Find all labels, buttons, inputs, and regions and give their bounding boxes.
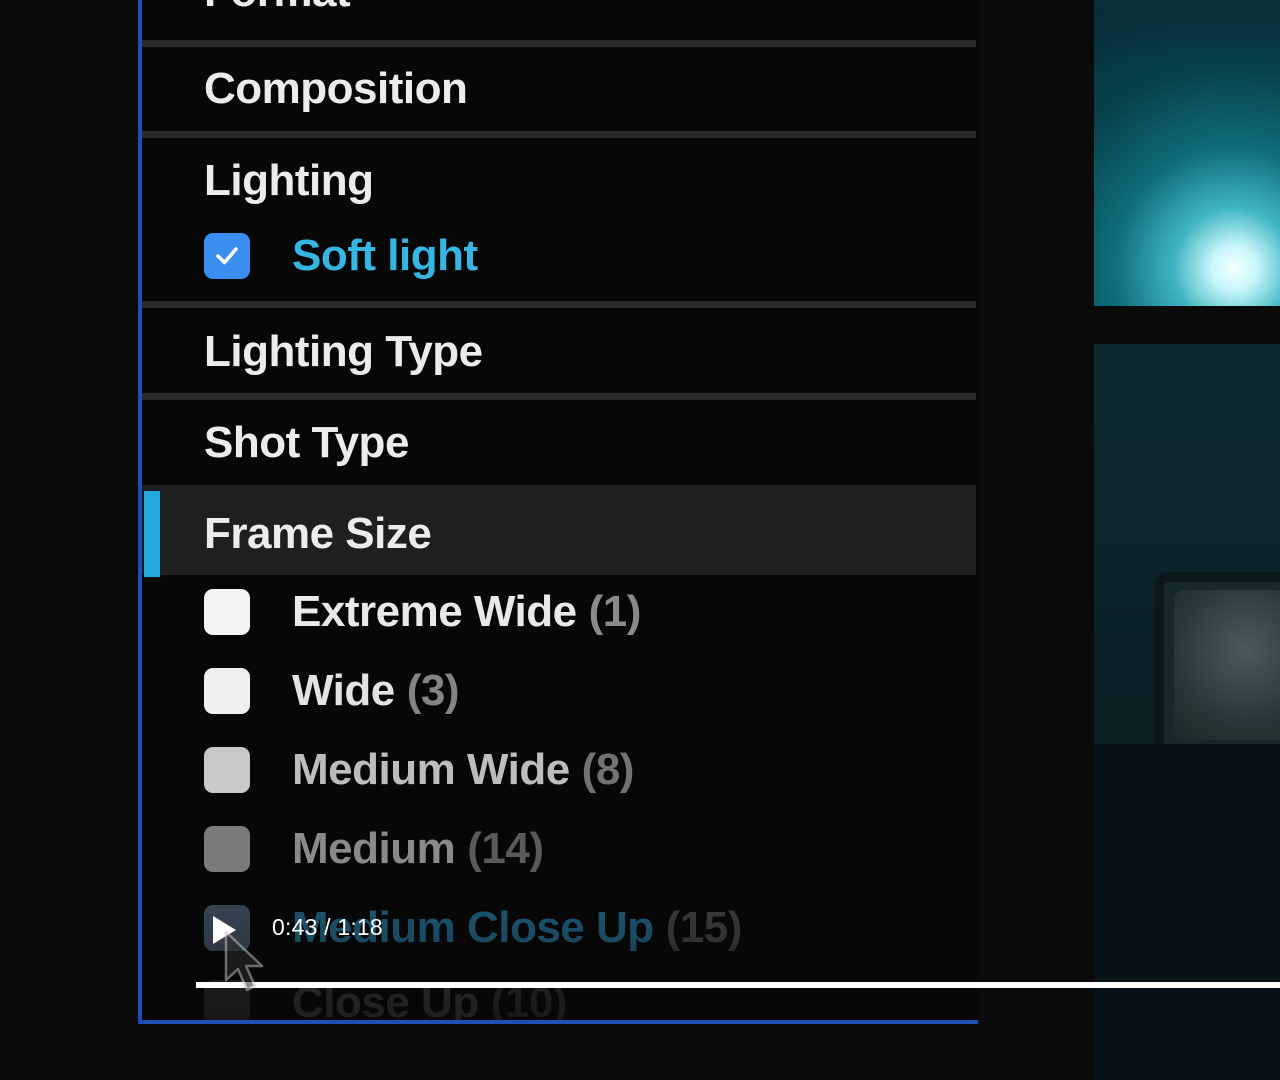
progress-bar[interactable] [196, 982, 1280, 988]
checkmark-icon [216, 247, 238, 265]
section-composition-heading[interactable]: Composition [204, 67, 468, 111]
option-count: (8) [581, 745, 635, 794]
option-soft-light[interactable]: Soft light [204, 231, 478, 281]
checkbox[interactable] [204, 747, 250, 793]
checkbox[interactable] [204, 668, 250, 714]
video-frame: Format Composition Lighting Soft light L… [0, 0, 1280, 1080]
option-medium[interactable]: Medium (14) [204, 824, 544, 874]
option-label: Wide [292, 666, 395, 715]
section-format-heading[interactable]: Format [204, 0, 351, 14]
section-divider [142, 131, 976, 138]
thumbnail-image-top[interactable] [1094, 0, 1280, 306]
option-label: Soft light [292, 231, 478, 280]
section-frame-size-heading[interactable]: Frame Size [204, 512, 432, 556]
thumbnail-image-bottom[interactable] [1094, 344, 1280, 1080]
option-count: (14) [467, 824, 544, 873]
option-label: Extreme Wide [292, 587, 577, 636]
checkbox[interactable] [204, 826, 250, 872]
section-divider [142, 301, 976, 308]
checkbox-checked[interactable] [204, 233, 250, 279]
checkbox[interactable] [204, 589, 250, 635]
time-display: 0:43 / 1:18 [272, 914, 383, 940]
section-lighting-heading[interactable]: Lighting [204, 159, 374, 203]
option-count: (15) [665, 903, 743, 952]
mouse-cursor-icon [224, 930, 264, 992]
filter-panel: Format Composition Lighting Soft light L… [138, 0, 978, 1024]
option-count: (1) [588, 587, 642, 636]
active-indicator [144, 491, 160, 577]
option-count: (3) [406, 666, 460, 715]
option-wide[interactable]: Wide (3) [204, 666, 460, 716]
section-divider [142, 393, 976, 400]
option-label: Medium [292, 824, 456, 873]
section-lighting-type-heading[interactable]: Lighting Type [204, 330, 483, 374]
progress-fill [196, 982, 1280, 988]
section-divider [142, 40, 976, 47]
section-shot-type-heading[interactable]: Shot Type [204, 421, 409, 465]
option-extreme-wide[interactable]: Extreme Wide (1) [204, 587, 641, 637]
option-medium-wide[interactable]: Medium Wide (8) [204, 745, 634, 795]
option-label: Medium Wide [292, 745, 570, 794]
